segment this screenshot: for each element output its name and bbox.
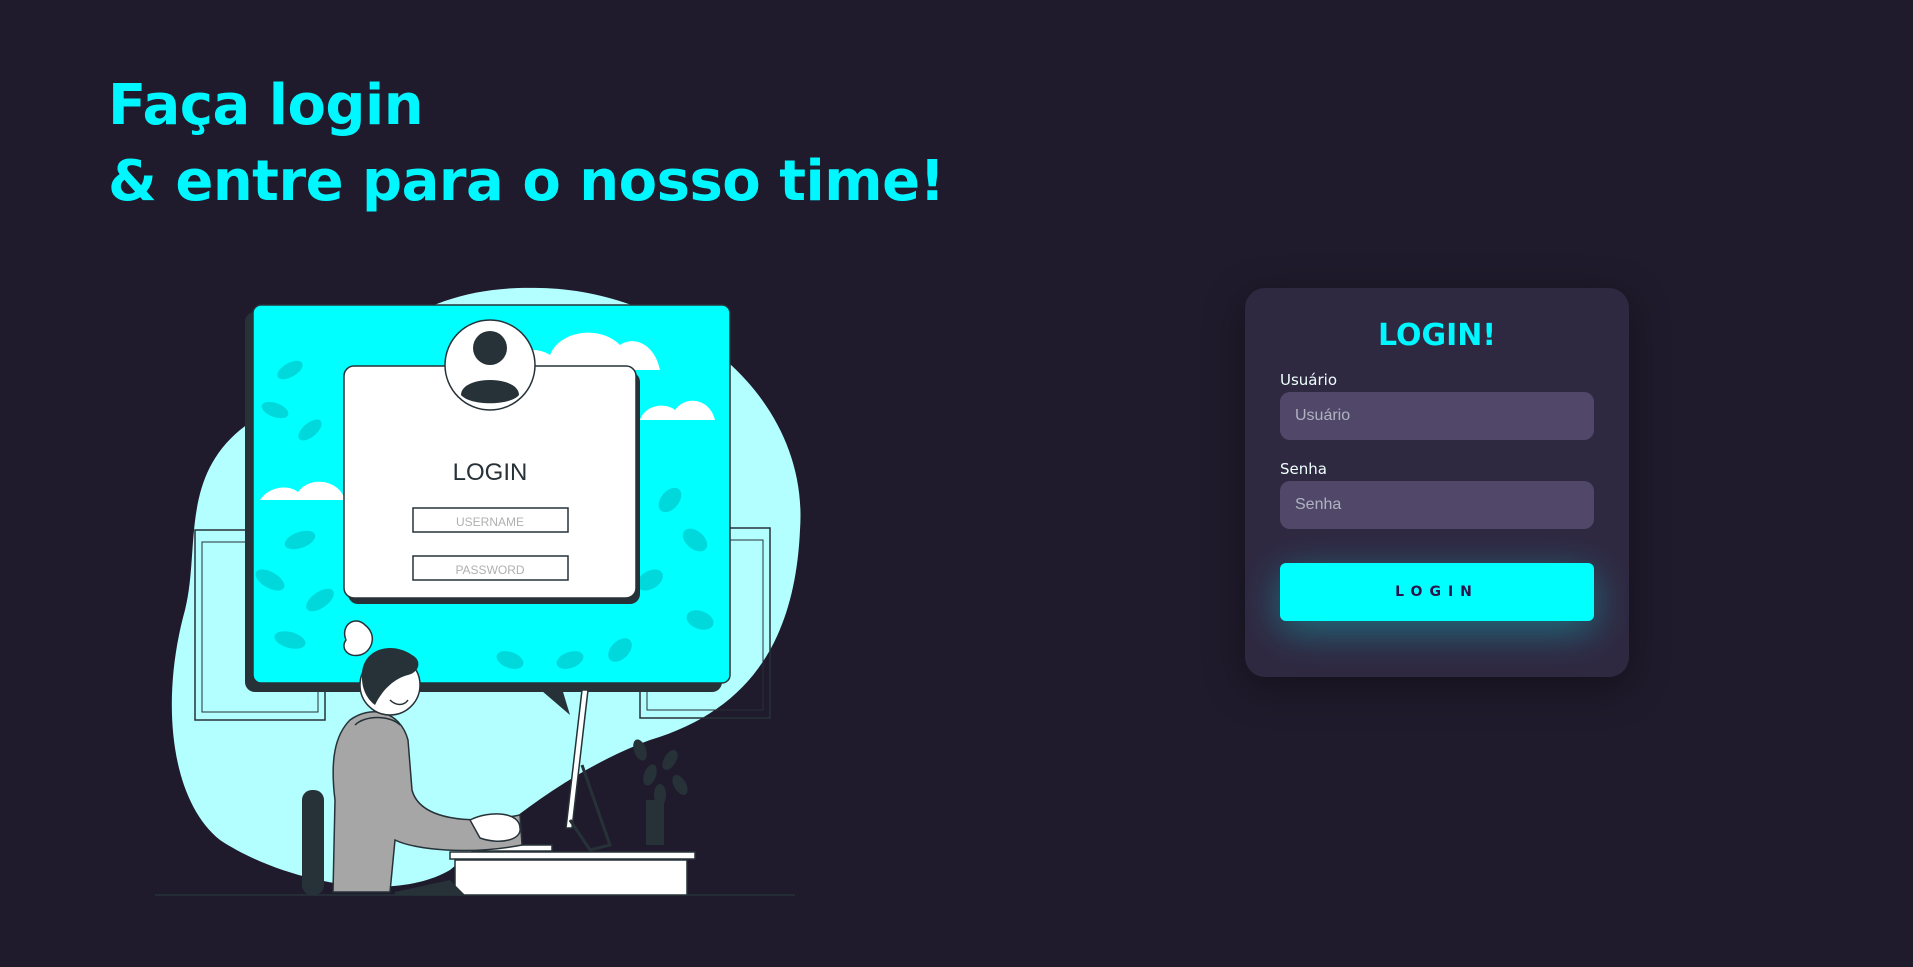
illustration-username-placeholder: USERNAME	[456, 515, 524, 529]
illustration-login-title: LOGIN	[453, 459, 528, 486]
headline-line-2: & entre para o nosso time!	[108, 149, 945, 214]
illustration-password-placeholder: PASSWORD	[455, 563, 524, 577]
login-title: LOGIN!	[1377, 318, 1497, 353]
headline: Faça login & entre para o nosso time!	[108, 68, 945, 220]
username-label: Usuário	[1280, 371, 1338, 389]
headline-line-1: Faça login	[108, 73, 424, 138]
login-button[interactable]: LOGIN	[1280, 563, 1594, 621]
username-input[interactable]	[1280, 392, 1594, 440]
password-label: Senha	[1280, 460, 1327, 478]
login-card: LOGIN! Usuário Senha LOGIN	[1245, 288, 1629, 677]
password-input[interactable]	[1280, 481, 1594, 529]
login-illustration: LOGIN USERNAME PASSWORD	[155, 287, 801, 896]
